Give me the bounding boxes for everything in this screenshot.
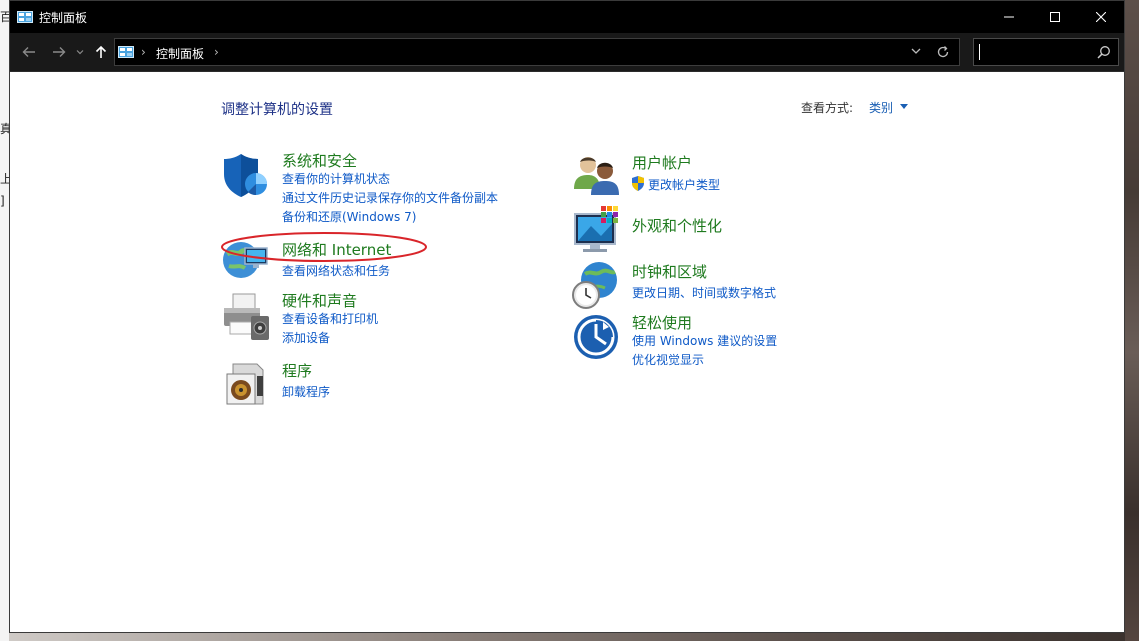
ease-of-access-icon[interactable] xyxy=(573,314,619,360)
navigation-bar: › 控制面板 › xyxy=(10,33,1124,72)
link-view-computer-status[interactable]: 查看你的计算机状态 xyxy=(282,170,390,187)
breadcrumb-control-panel[interactable]: 控制面板 xyxy=(156,45,204,62)
shield-icon[interactable] xyxy=(221,150,271,200)
maximize-button[interactable] xyxy=(1032,1,1078,33)
link-optimize-visual-display[interactable]: 优化视觉显示 xyxy=(632,351,704,368)
arrow-right-icon xyxy=(53,47,66,57)
control-panel-icon xyxy=(118,46,134,58)
address-bar[interactable]: › 控制面板 › xyxy=(114,38,960,66)
link-uninstall-program[interactable]: 卸载程序 xyxy=(282,383,330,400)
link-file-history-backup[interactable]: 通过文件历史记录保存你的文件备份副本 xyxy=(282,189,498,206)
control-panel-icon xyxy=(17,11,33,23)
maximize-icon xyxy=(1050,12,1060,22)
category-ease-of-access[interactable]: 轻松使用 xyxy=(632,312,692,333)
search-input[interactable] xyxy=(973,38,1119,66)
printer-icon[interactable] xyxy=(221,292,271,342)
up-button[interactable] xyxy=(92,41,110,63)
arrow-up-icon xyxy=(95,45,107,58)
category-programs[interactable]: 程序 xyxy=(282,360,312,381)
recent-locations-button[interactable] xyxy=(74,41,86,63)
category-clock-region[interactable]: 时钟和区域 xyxy=(632,261,707,282)
desktop-wallpaper xyxy=(1125,0,1139,641)
view-by-dropdown[interactable]: 类别 xyxy=(869,99,893,116)
category-system-security[interactable]: 系统和安全 xyxy=(282,150,357,171)
forward-button[interactable] xyxy=(48,41,70,63)
background-text-fragment: ] xyxy=(0,194,5,208)
link-change-account-type[interactable]: 更改帐户类型 xyxy=(648,176,720,193)
programs-icon[interactable] xyxy=(221,360,271,410)
minimize-icon xyxy=(1004,16,1014,18)
link-network-status[interactable]: 查看网络状态和任务 xyxy=(282,262,390,279)
title-bar[interactable]: 控制面板 xyxy=(10,1,1124,33)
clock-globe-icon[interactable] xyxy=(571,260,621,310)
control-panel-window: 控制面板 › 控制面板 › 调整计算机的设置 查看方式: 类别 系统和安全 查看… xyxy=(9,0,1125,633)
text-caret xyxy=(979,44,980,60)
category-network-internet[interactable]: 网络和 Internet xyxy=(282,239,391,260)
network-globe-icon[interactable] xyxy=(221,234,271,284)
search-icon[interactable] xyxy=(1097,45,1111,59)
refresh-icon[interactable] xyxy=(936,45,950,59)
back-button[interactable] xyxy=(18,41,40,63)
desktop-wallpaper-bottom xyxy=(9,633,1125,641)
link-change-date-time-format[interactable]: 更改日期、时间或数字格式 xyxy=(632,284,776,301)
appearance-icon[interactable] xyxy=(573,206,623,254)
link-add-device[interactable]: 添加设备 xyxy=(282,329,330,346)
minimize-button[interactable] xyxy=(986,1,1032,33)
category-user-accounts[interactable]: 用户帐户 xyxy=(632,152,692,173)
address-dropdown-icon[interactable] xyxy=(911,47,921,55)
close-icon xyxy=(1096,12,1106,22)
category-appearance-personalization[interactable]: 外观和个性化 xyxy=(632,215,722,236)
link-devices-printers[interactable]: 查看设备和打印机 xyxy=(282,310,378,327)
category-hardware-sound[interactable]: 硬件和声音 xyxy=(282,290,357,311)
window-title: 控制面板 xyxy=(39,10,88,25)
breadcrumb-separator-icon[interactable]: › xyxy=(214,45,219,59)
chevron-down-icon[interactable] xyxy=(900,104,908,109)
user-accounts-icon[interactable] xyxy=(573,155,623,197)
view-by-label: 查看方式: xyxy=(801,101,854,115)
link-recommended-settings[interactable]: 使用 Windows 建议的设置 xyxy=(632,332,777,349)
chevron-down-icon xyxy=(76,50,84,55)
breadcrumb-separator-icon[interactable]: › xyxy=(141,45,146,59)
uac-shield-icon xyxy=(632,176,644,191)
arrow-left-icon xyxy=(22,47,35,57)
close-button[interactable] xyxy=(1078,1,1124,33)
link-backup-restore[interactable]: 备份和还原(Windows 7) xyxy=(282,208,416,225)
page-title: 调整计算机的设置 xyxy=(221,102,333,118)
control-panel-content: 调整计算机的设置 查看方式: 类别 系统和安全 查看你的计算机状态 通过文件历史… xyxy=(10,72,1124,632)
